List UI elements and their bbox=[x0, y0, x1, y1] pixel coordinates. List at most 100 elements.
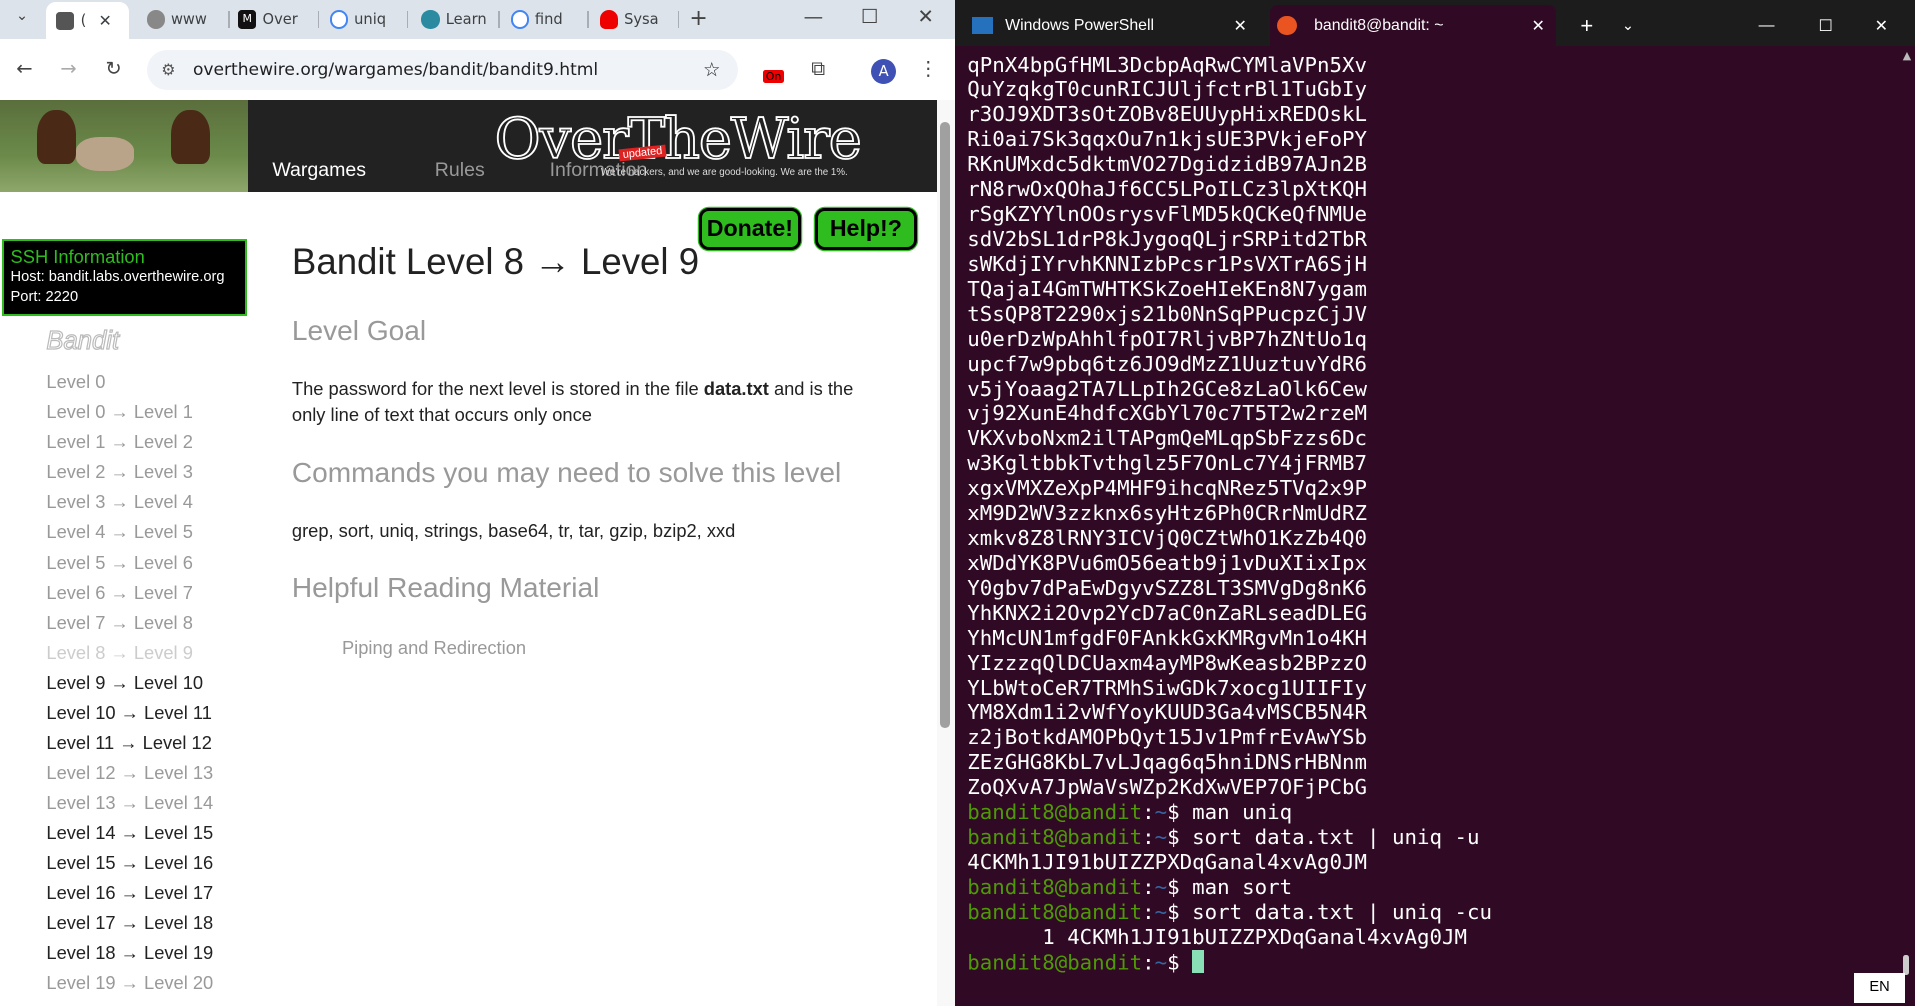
redhat-icon bbox=[599, 10, 618, 29]
tab-bandit[interactable]: bandit8@bandit: ~ ✕ bbox=[1270, 4, 1556, 47]
donate-button[interactable]: Donate! bbox=[698, 207, 802, 251]
profile-avatar[interactable]: A bbox=[870, 58, 897, 85]
extension-badge-icon[interactable]: On bbox=[763, 62, 787, 86]
level-link[interactable]: Level 19 → Level 20 bbox=[46, 972, 213, 994]
nav-rules[interactable]: Rules bbox=[435, 159, 485, 182]
tab-powershell[interactable]: Windows PowerShell ✕ bbox=[972, 5, 1265, 47]
output-line: VKXvboNxm2ilTAPgmQeMLqpSbFzzs6Dc bbox=[967, 426, 1368, 451]
close-window-icon[interactable]: ✕ bbox=[911, 5, 940, 28]
command-text: man uniq bbox=[1192, 800, 1293, 825]
tab-label: bandit8@bandit: ~ bbox=[1314, 16, 1444, 34]
prompt-user: bandit8@bandit bbox=[967, 950, 1143, 975]
output-line: xgxVMXZeXpP4MHF9ihcqNRez5TVq2x9P bbox=[967, 476, 1368, 501]
prompt-user: bandit8@bandit bbox=[967, 874, 1143, 899]
level-link[interactable]: Level 2 → Level 3 bbox=[46, 461, 192, 483]
minimize-icon[interactable]: — bbox=[1759, 5, 1775, 47]
help-button[interactable]: Help!? bbox=[814, 207, 918, 251]
terminal-scrollbar[interactable]: ▲ bbox=[1895, 46, 1915, 1006]
level-link[interactable]: Level 15 → Level 16 bbox=[46, 852, 213, 874]
prompt-end: $ bbox=[1167, 825, 1193, 850]
command-output: 4CKMh1JI91bUIZZPXDqGanal4xvAg0JM bbox=[967, 850, 1368, 875]
scrollbar-thumb[interactable] bbox=[940, 122, 951, 728]
tab-find[interactable]: find bbox=[510, 5, 578, 34]
tab-uniq[interactable]: uniq bbox=[329, 5, 397, 34]
address-bar[interactable]: ⚙ overthewire.org/wargames/bandit/bandit… bbox=[146, 50, 738, 91]
tab-sysa[interactable]: Sysa bbox=[599, 5, 671, 34]
language-indicator[interactable]: EN bbox=[1853, 973, 1906, 1003]
new-tab-icon[interactable]: + bbox=[684, 6, 713, 31]
level-link[interactable]: Level 14 → Level 15 bbox=[46, 822, 213, 844]
banner-image bbox=[0, 100, 248, 192]
tab-learn[interactable]: Learn bbox=[421, 5, 488, 34]
output-line: Ri0ai7Sk3qqxOu7n1kjsUE3PVkjeFoPY bbox=[967, 127, 1368, 152]
output-line: TQajaI4GmTWHTKSkZoeHIeKEn8N7ygam bbox=[967, 276, 1368, 301]
maximize-icon[interactable]: ☐ bbox=[855, 5, 884, 28]
output-line: tSsQP8T2290xjs21b0NnSqPPucpzCjJV bbox=[967, 301, 1368, 326]
nav-wargames[interactable]: Wargames bbox=[272, 159, 366, 182]
close-tab-icon[interactable]: ✕ bbox=[1531, 16, 1544, 36]
forward-icon[interactable]: → bbox=[54, 57, 83, 80]
level-link[interactable]: Level 7 → Level 8 bbox=[46, 612, 192, 634]
prompt-user: bandit8@bandit bbox=[967, 899, 1143, 924]
learn-icon bbox=[421, 10, 440, 29]
menu-icon[interactable]: ⋮ bbox=[914, 57, 943, 80]
prompt-end: $ bbox=[1167, 899, 1193, 924]
level-link[interactable]: Level 12 → Level 13 bbox=[46, 762, 213, 784]
level-link[interactable]: Level 10 → Level 11 bbox=[46, 702, 211, 724]
new-tab-icon[interactable]: + bbox=[1580, 5, 1593, 47]
level-link[interactable]: Level 4 → Level 5 bbox=[46, 521, 192, 543]
prompt-line: bandit8@bandit:~$ bbox=[967, 949, 1492, 975]
maximize-icon[interactable]: ☐ bbox=[1819, 5, 1833, 47]
browser-window: ⌄ ( ✕ www M Over uniq Learn find Sysa + … bbox=[0, 0, 956, 1006]
close-tab-icon[interactable]: ✕ bbox=[99, 11, 112, 30]
output-line: z2jBotkdAMOPbQyt15Jv1PmfrEvAwYSb bbox=[967, 725, 1368, 750]
site-settings-icon[interactable]: ⚙ bbox=[161, 50, 175, 90]
level-link[interactable]: Level 17 → Level 18 bbox=[46, 912, 213, 934]
level-link[interactable]: Level 0 bbox=[46, 371, 105, 393]
tab-label: Learn bbox=[445, 11, 487, 29]
domo-figure bbox=[170, 109, 211, 164]
level-link[interactable]: Level 9 → Level 10 bbox=[46, 672, 203, 694]
level-link[interactable]: Level 0 → Level 1 bbox=[46, 401, 192, 423]
extensions-icon[interactable]: ⧉ bbox=[804, 57, 833, 80]
level-link-current[interactable]: Level 8 → Level 9 bbox=[46, 642, 192, 664]
level-link[interactable]: Level 3 → Level 4 bbox=[46, 491, 192, 513]
commands-heading: Commands you may need to solve this leve… bbox=[291, 456, 842, 488]
output-line: vj92XunE4hdfcXGbYl70c7T5T2w2rzeM bbox=[967, 401, 1368, 426]
tab-over[interactable]: M Over bbox=[238, 5, 309, 34]
url-text[interactable]: overthewire.org/wargames/bandit/bandit9.… bbox=[193, 50, 598, 90]
prompt-path: ~ bbox=[1154, 800, 1168, 825]
globe-icon bbox=[146, 10, 165, 29]
domo-figure bbox=[36, 109, 76, 164]
back-icon[interactable]: ← bbox=[10, 57, 39, 80]
tab-active[interactable]: ( ✕ bbox=[46, 2, 130, 40]
overthewire-logo[interactable]: OverTheWire bbox=[494, 107, 863, 174]
bookmark-star-icon[interactable]: ☆ bbox=[703, 50, 721, 90]
command-text: man sort bbox=[1192, 874, 1293, 899]
prompt-sep: : bbox=[1142, 800, 1155, 825]
scrollbar-thumb[interactable] bbox=[1902, 955, 1909, 975]
dropdown-icon[interactable]: ⌄ bbox=[1622, 5, 1634, 47]
level-link[interactable]: Level 11 → Level 12 bbox=[46, 732, 211, 754]
terminal-output[interactable]: qPnX4bpGfHML3DcbpAqRwCYMlaVPn5Xv QuYzqkgT… bbox=[967, 53, 1492, 976]
close-window-icon[interactable]: ✕ bbox=[1875, 5, 1888, 47]
page-scrollbar[interactable] bbox=[936, 100, 956, 1006]
output-line: ZEzGHG8KbL7vLJqag6q5hniDNSrHBNnm bbox=[967, 750, 1368, 775]
level-link[interactable]: Level 1 → Level 2 bbox=[46, 431, 192, 453]
tab-search-icon[interactable]: ⌄ bbox=[7, 7, 36, 24]
level-link[interactable]: Level 13 → Level 14 bbox=[46, 792, 213, 814]
close-tab-icon[interactable]: ✕ bbox=[1233, 16, 1246, 36]
level-link[interactable]: Level 5 → Level 6 bbox=[46, 552, 192, 574]
minimize-icon[interactable]: — bbox=[799, 5, 828, 28]
terminal-tab-strip: Windows PowerShell ✕ bandit8@bandit: ~ ✕… bbox=[955, 0, 1915, 47]
scroll-up-icon[interactable]: ▲ bbox=[1903, 49, 1911, 62]
level-link[interactable]: Level 16 → Level 17 bbox=[46, 882, 213, 904]
reading-link[interactable]: Piping and Redirection bbox=[342, 635, 526, 661]
level-link[interactable]: Level 18 → Level 19 bbox=[46, 942, 213, 964]
tab-www[interactable]: www bbox=[146, 5, 220, 34]
level-link[interactable]: Level 6 → Level 7 bbox=[46, 582, 192, 604]
reload-icon[interactable]: ↻ bbox=[99, 57, 128, 80]
powershell-icon bbox=[972, 17, 993, 35]
prompt-user: bandit8@bandit bbox=[967, 825, 1143, 850]
output-line: xmkv8Z8lRNY3ICVjQ0CZtWhO1KzZb4Q0 bbox=[967, 526, 1368, 551]
